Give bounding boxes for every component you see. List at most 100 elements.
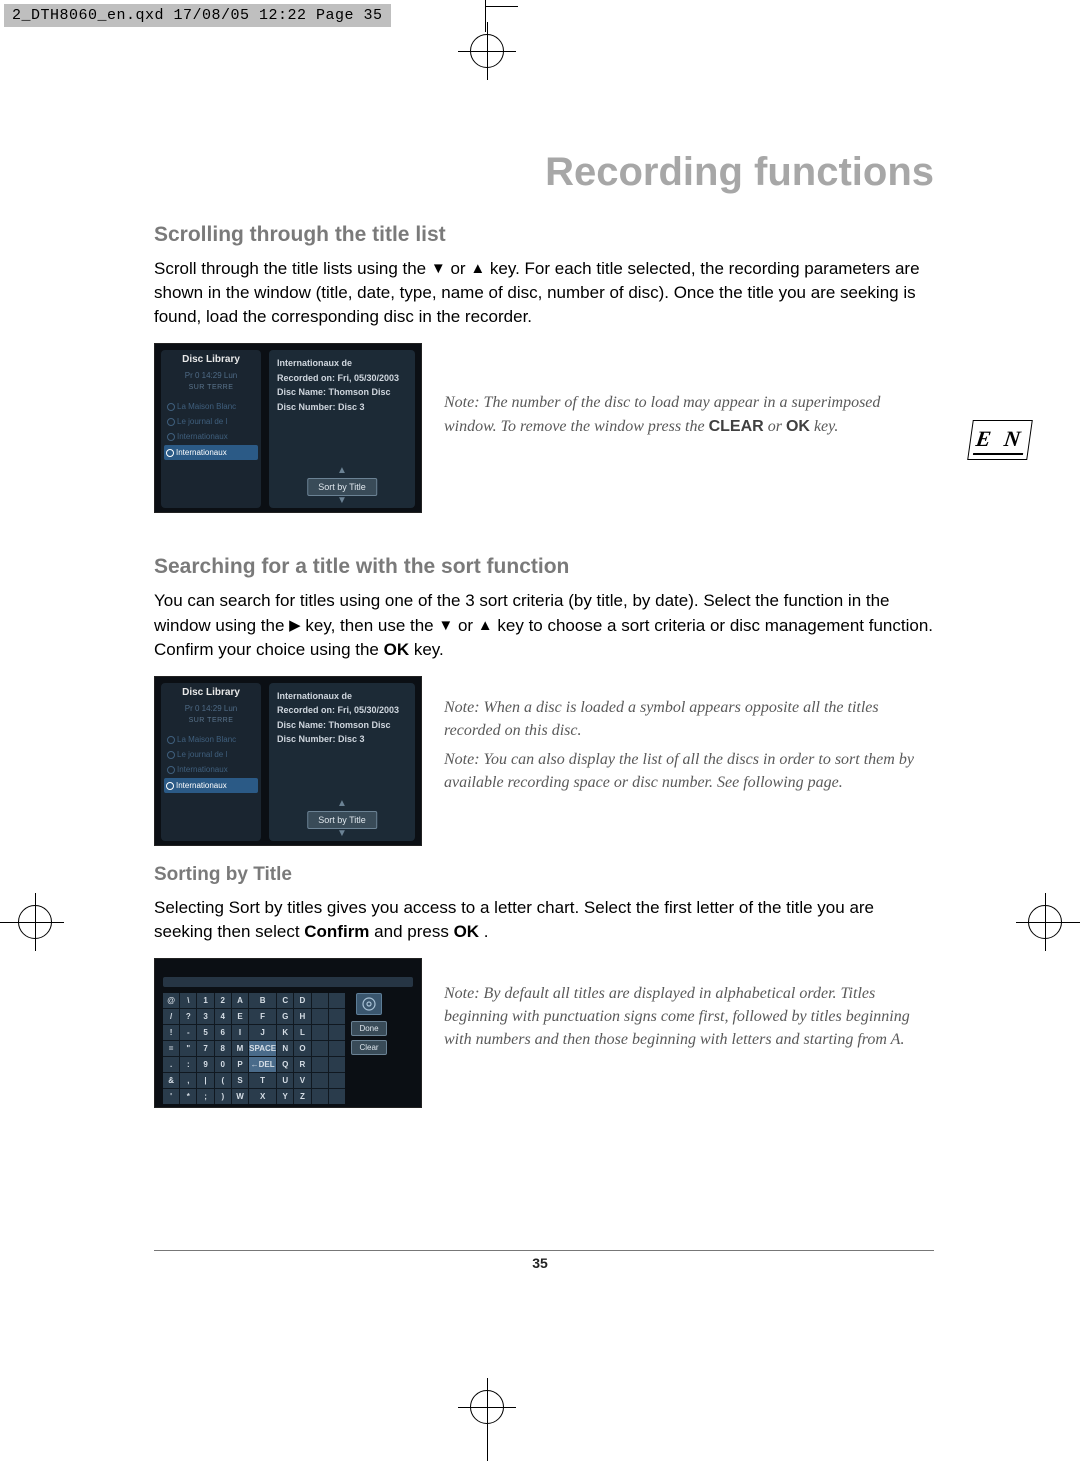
crop-mark <box>485 0 486 32</box>
letter-chart-screenshot: @\12ABCD/?34EFGH!-56IJKL="78MSPACENO.:90… <box>154 958 422 1108</box>
letter-cell: I <box>232 1025 248 1040</box>
letter-cell: = <box>163 1041 179 1056</box>
letter-cell <box>329 1009 345 1024</box>
letter-cell <box>329 993 345 1008</box>
key-name: Confirm <box>304 922 369 941</box>
panel-subtitle: SUR TERRE <box>165 384 257 391</box>
list-item-selected: Internationaux <box>164 778 258 793</box>
panel-subtitle: Pr 0 14:29 Lun <box>165 371 257 380</box>
letter-cell: O <box>294 1041 310 1056</box>
info-line: Recorded on: Fri, 05/30/2003 <box>277 371 407 385</box>
text: and press <box>374 922 453 941</box>
note-text: Note: When a disc is loaded a symbol app… <box>444 696 934 742</box>
letter-cell: L <box>294 1025 310 1040</box>
panel-title: Disc Library <box>165 354 257 365</box>
letter-cell: \ <box>180 993 196 1008</box>
letter-cell: N <box>277 1041 293 1056</box>
letter-cell <box>312 993 328 1008</box>
down-arrow-icon: ▼ <box>431 258 446 279</box>
list-item: Le journal de l <box>165 747 257 762</box>
info-line: Disc Name: Thomson Disc <box>277 718 407 732</box>
letter-cell <box>312 1025 328 1040</box>
disc-preview-icon <box>356 993 382 1015</box>
letter-cell: J <box>249 1025 276 1040</box>
letter-cell: V <box>294 1073 310 1088</box>
letter-cell: 6 <box>215 1025 231 1040</box>
letter-cell: G <box>277 1009 293 1024</box>
section1-note: Note: The number of the disc to load may… <box>444 343 934 437</box>
info-line: Disc Name: Thomson Disc <box>277 385 407 399</box>
letter-cell: H <box>294 1009 310 1024</box>
note-text: Note: You can also display the list of a… <box>444 748 934 794</box>
letter-cell: ; <box>197 1089 213 1104</box>
letter-cell: . <box>163 1057 179 1072</box>
letter-cell: B <box>249 993 276 1008</box>
key-name: CLEAR <box>709 418 764 435</box>
letter-grid: @\12ABCD/?34EFGH!-56IJKL="78MSPACENO.:90… <box>163 993 345 1104</box>
letter-cell: * <box>180 1089 196 1104</box>
section-heading-sorting: Sorting by Title <box>154 864 934 886</box>
panel-subtitle: Pr 0 14:29 Lun <box>165 704 257 713</box>
section3-body: Selecting Sort by titles gives you acces… <box>154 896 934 944</box>
text: . <box>484 922 489 941</box>
text: key. <box>414 640 444 659</box>
down-arrow-icon: ▼ <box>438 615 453 636</box>
text: or <box>768 418 786 435</box>
letter-cell: , <box>180 1073 196 1088</box>
letter-cell: 3 <box>197 1009 213 1024</box>
letter-cell: X <box>249 1089 276 1104</box>
right-arrow-icon: ▶ <box>289 615 301 636</box>
done-button: Done <box>351 1021 387 1036</box>
letter-cell: & <box>163 1073 179 1088</box>
letter-cell: W <box>232 1089 248 1104</box>
text: key, then use the <box>305 616 438 635</box>
letter-cell: ) <box>215 1089 231 1104</box>
letter-cell <box>312 1089 328 1104</box>
info-line: Recorded on: Fri, 05/30/2003 <box>277 703 407 717</box>
registration-mark <box>35 893 36 951</box>
section3-note: Note: By default all titles are displaye… <box>444 958 934 1052</box>
letter-cell: M <box>232 1041 248 1056</box>
letter-cell: F <box>249 1009 276 1024</box>
crop-mark <box>487 1429 488 1461</box>
letter-cell: 1 <box>197 993 213 1008</box>
letter-cell: - <box>180 1025 196 1040</box>
section2-body: You can search for titles using one of t… <box>154 589 934 661</box>
letter-cell: / <box>163 1009 179 1024</box>
info-line: Disc Number: Disc 3 <box>277 732 407 746</box>
list-item-selected: Internationaux <box>164 445 258 460</box>
letter-cell: | <box>197 1073 213 1088</box>
crop-mark <box>486 6 518 7</box>
disc-library-screenshot: Disc Library Pr 0 14:29 Lun SUR TERRE La… <box>154 676 422 846</box>
list-item: La Maison Blanc <box>165 732 257 747</box>
chevron-up-icon: ▲ <box>337 798 347 809</box>
section2-note: Note: When a disc is loaded a symbol app… <box>444 676 934 795</box>
letter-cell: D <box>294 993 310 1008</box>
letter-cell: A <box>232 993 248 1008</box>
letter-cell: U <box>277 1073 293 1088</box>
info-line: Disc Number: Disc 3 <box>277 400 407 414</box>
text: key. <box>814 418 838 435</box>
section-heading-scrolling: Scrolling through the title list <box>154 223 934 247</box>
letter-cell <box>329 1089 345 1104</box>
chevron-down-icon: ▼ <box>337 828 347 839</box>
letter-cell: ←DEL <box>249 1057 276 1072</box>
list-item: Le journal de l <box>165 414 257 429</box>
letter-cell: S <box>232 1073 248 1088</box>
letter-cell <box>329 1057 345 1072</box>
letter-cell <box>329 1073 345 1088</box>
sort-button: Sort by Title <box>307 811 377 829</box>
letter-cell: 8 <box>215 1041 231 1056</box>
letter-cell: R <box>294 1057 310 1072</box>
letter-cell: 5 <box>197 1025 213 1040</box>
panel-subtitle: SUR TERRE <box>165 717 257 724</box>
info-line: Internationaux de <box>277 356 407 370</box>
letter-cell <box>312 1057 328 1072</box>
list-item: Internationaux <box>165 762 257 777</box>
text: Selecting Sort by titles gives you acces… <box>154 898 874 941</box>
text: Scroll through the title lists using the <box>154 259 431 278</box>
letter-cell <box>312 1041 328 1056</box>
print-header: 2_DTH8060_en.qxd 17/08/05 12:22 Page 35 <box>4 4 391 27</box>
letter-cell: Y <box>277 1089 293 1104</box>
letter-cell: Z <box>294 1089 310 1104</box>
